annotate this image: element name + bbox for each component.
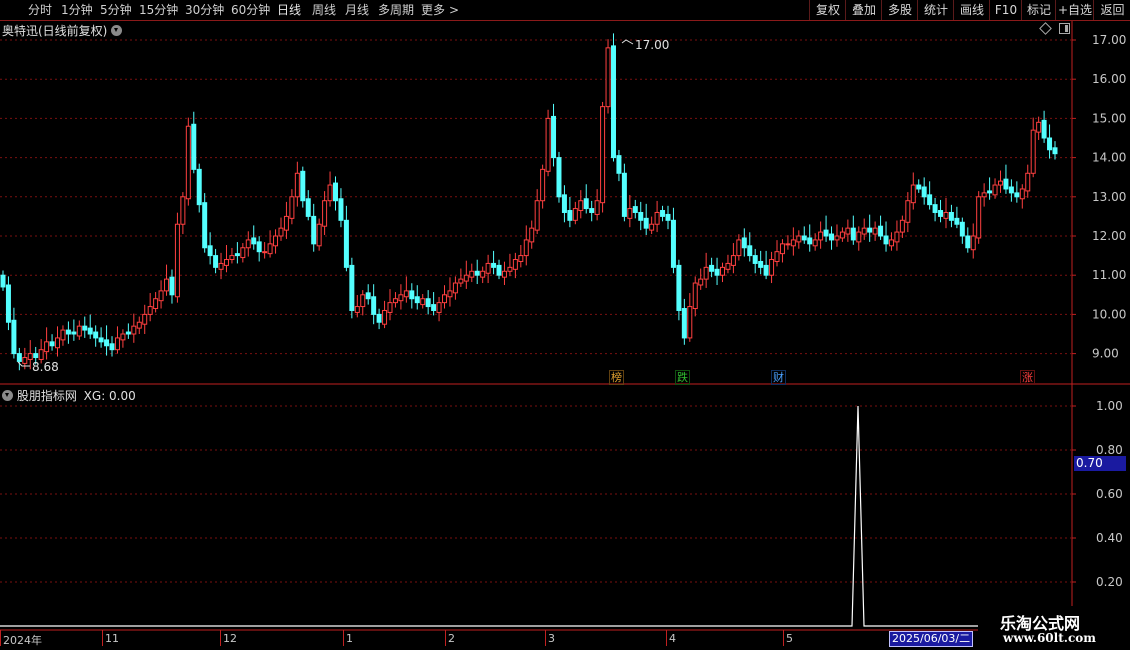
time-axis-tick xyxy=(445,630,446,646)
toolbar-button-6[interactable]: 标记 xyxy=(1021,0,1056,20)
marker-cai[interactable]: 财 xyxy=(771,370,786,385)
toolbar-button-4[interactable]: 画线 xyxy=(953,0,990,20)
time-axis-tick xyxy=(102,630,103,646)
chevron-down-icon[interactable] xyxy=(2,390,13,401)
indicator-axis-label: 0.80 xyxy=(1096,443,1123,457)
time-axis-tick xyxy=(343,630,344,646)
cursor-date: 2025/06/03/二 xyxy=(889,631,974,647)
time-axis-tick xyxy=(545,630,546,646)
toolbar-button-1[interactable]: 叠加 xyxy=(845,0,882,20)
period-2[interactable]: 5分钟 xyxy=(100,0,132,20)
indicator-current-value: 0.70 xyxy=(1074,456,1126,471)
diamond-icon[interactable] xyxy=(1039,22,1052,35)
time-axis-label: 12 xyxy=(223,632,237,645)
period-10[interactable]: 更多 xyxy=(421,0,445,20)
stock-title: 奥特迅(日线前复权) xyxy=(2,24,108,38)
price-panel-title[interactable]: 奥特迅(日线前复权) xyxy=(2,22,123,39)
indicator-axis-label: 1.00 xyxy=(1096,399,1123,413)
indicator-panel-title[interactable]: 股朋指标网 XG: 0.00 xyxy=(2,387,136,404)
price-panel: 奥特迅(日线前复权) xyxy=(0,21,1130,384)
period-4[interactable]: 30分钟 xyxy=(185,0,224,20)
marker-zhang[interactable]: 涨 xyxy=(1020,370,1035,385)
xg-value: XG: 0.00 xyxy=(83,389,136,403)
period-0[interactable]: 分时 xyxy=(28,0,52,20)
toolbar-button-7[interactable]: +自选 xyxy=(1055,0,1094,20)
toolbar-button-8[interactable]: 返回 xyxy=(1093,0,1130,20)
toolbar-button-5[interactable]: F10 xyxy=(989,0,1022,20)
time-axis-label: 4 xyxy=(669,632,676,645)
period-3[interactable]: 15分钟 xyxy=(139,0,178,20)
time-axis-label: 2 xyxy=(448,632,455,645)
xg-signal-line xyxy=(0,405,978,627)
low-price-label: 8.68 xyxy=(32,360,59,374)
watermark-url: www.60lt.com xyxy=(1003,631,1096,645)
window-icon[interactable] xyxy=(1059,23,1070,34)
time-axis-tick xyxy=(220,630,221,646)
time-axis-tick xyxy=(666,630,667,646)
marker-bang[interactable]: 榜 xyxy=(609,370,624,385)
indicator-axis-label: 0.20 xyxy=(1096,575,1123,589)
period-7[interactable]: 周线 xyxy=(312,0,336,20)
period-5[interactable]: 60分钟 xyxy=(231,0,270,20)
period-8[interactable]: 月线 xyxy=(345,0,369,20)
time-axis-label: 5 xyxy=(786,632,793,645)
time-axis-label: 1 xyxy=(346,632,353,645)
period-1[interactable]: 1分钟 xyxy=(61,0,93,20)
marker-die[interactable]: 跌 xyxy=(675,370,690,385)
toolbar-button-0[interactable]: 复权 xyxy=(809,0,846,20)
time-axis-label: 11 xyxy=(105,632,119,645)
time-axis-label: 2024年 xyxy=(3,634,42,647)
indicator-name: 股朋指标网 xyxy=(16,389,77,403)
indicator-axis-label: 0.60 xyxy=(1096,487,1123,501)
time-axis-tick xyxy=(0,630,1,646)
more-arrow-icon[interactable]: > xyxy=(449,0,459,20)
indicator-axis-label: 0.40 xyxy=(1096,531,1123,545)
period-9[interactable]: 多周期 xyxy=(378,0,414,20)
time-axis-tick xyxy=(783,630,784,646)
high-price-label: 17.00 xyxy=(635,38,670,52)
period-toolbar: 分时 1分钟 5分钟 15分钟 30分钟 60分钟 日线 周线 月线 多周期 更多 > 复权 叠加 多股 统计… xyxy=(0,0,1130,21)
toolbar-button-3[interactable]: 统计 xyxy=(917,0,954,20)
time-axis-label: 3 xyxy=(548,632,555,645)
chevron-down-icon[interactable] xyxy=(111,25,123,36)
toolbar-button-2[interactable]: 多股 xyxy=(881,0,918,20)
period-6[interactable]: 日线 xyxy=(277,0,301,20)
